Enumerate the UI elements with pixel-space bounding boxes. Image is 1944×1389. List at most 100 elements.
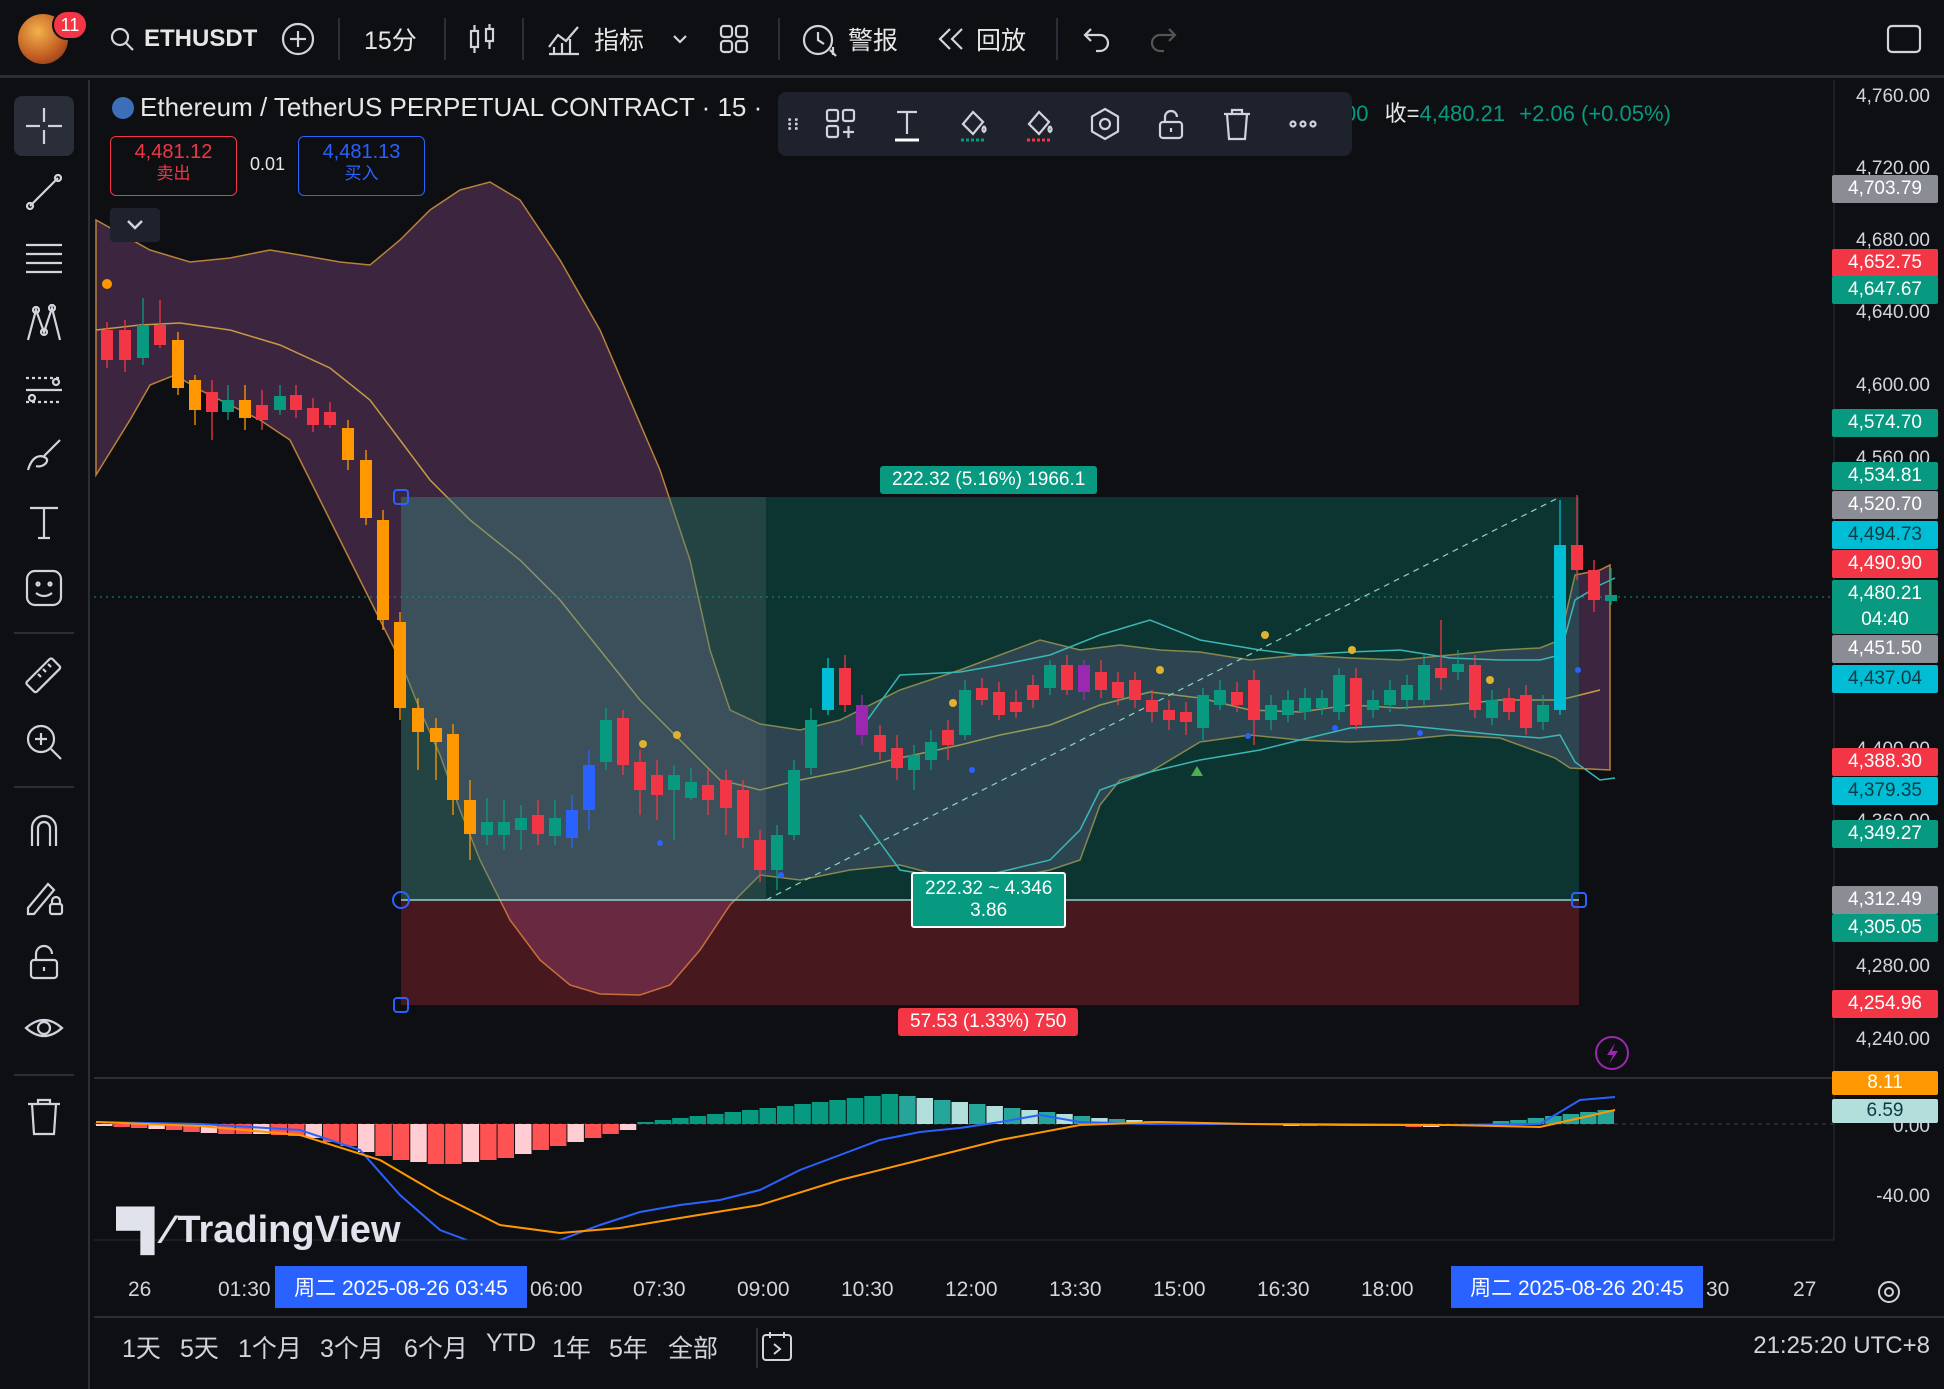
candle-body bbox=[464, 800, 476, 834]
crosshair-tool[interactable] bbox=[14, 96, 74, 156]
candle-body bbox=[1214, 690, 1226, 705]
candle-body bbox=[600, 720, 612, 762]
templates-button[interactable] bbox=[808, 92, 874, 156]
candle-body bbox=[788, 770, 800, 835]
price-tick: 4,280.00 bbox=[1856, 956, 1930, 977]
calendar-arrow-icon bbox=[762, 1332, 792, 1361]
replay-button[interactable]: 回放 bbox=[936, 14, 1026, 64]
candle-body bbox=[1146, 700, 1158, 712]
candle-body bbox=[1180, 712, 1192, 722]
drag-handle[interactable] bbox=[778, 92, 808, 156]
text-icon bbox=[30, 506, 58, 540]
macd-bar bbox=[829, 1100, 846, 1124]
fullscreen-button[interactable] bbox=[1886, 14, 1922, 64]
symbol-search-button[interactable]: ETHUSDT bbox=[108, 14, 257, 64]
measure-mid-label[interactable]: 222.32 ~ 4.346 3.86 bbox=[911, 872, 1067, 928]
range-button[interactable]: 5天 bbox=[180, 1329, 219, 1365]
range-button[interactable]: 1个月 bbox=[238, 1329, 302, 1365]
text-color-button[interactable] bbox=[874, 92, 940, 156]
brush-tool[interactable] bbox=[14, 426, 74, 486]
candle-body bbox=[239, 400, 251, 418]
add-symbol-button[interactable] bbox=[280, 14, 316, 64]
alerts-button[interactable]: 警报 bbox=[800, 14, 898, 64]
candle-body bbox=[925, 742, 937, 760]
zoom-tool[interactable] bbox=[14, 712, 74, 772]
macd-bar bbox=[96, 1124, 113, 1126]
candle-body bbox=[189, 380, 201, 410]
chart-legend[interactable]: Ethereum / TetherUS PERPETUAL CONTRACT ·… bbox=[112, 92, 762, 123]
macd-bar bbox=[619, 1124, 637, 1130]
lock-drawing-tool[interactable] bbox=[14, 866, 74, 926]
candle-body bbox=[1605, 595, 1617, 601]
lock-button[interactable] bbox=[1138, 92, 1204, 156]
trend-line-tool[interactable] bbox=[14, 162, 74, 222]
drawing-toolbar bbox=[0, 80, 90, 1389]
candle-body bbox=[805, 720, 817, 768]
collapse-legend-button[interactable] bbox=[110, 208, 160, 242]
candle-body bbox=[668, 775, 680, 790]
undo-button[interactable] bbox=[1082, 14, 1112, 64]
tradingview-watermark: ▀▌⁄ TradingView bbox=[116, 1208, 401, 1253]
divider bbox=[756, 1328, 758, 1368]
fib-tool[interactable] bbox=[14, 228, 74, 288]
delete-button[interactable] bbox=[1204, 92, 1270, 156]
magnet-tool[interactable] bbox=[14, 800, 74, 860]
layouts-button[interactable] bbox=[718, 14, 750, 64]
measure-mid-line1: 222.32 ~ 4.346 bbox=[925, 878, 1053, 899]
emoji-tool[interactable] bbox=[14, 558, 74, 618]
macd-bar bbox=[113, 1124, 130, 1127]
delete-drawings-tool[interactable] bbox=[14, 1086, 74, 1146]
candle-body bbox=[307, 408, 319, 425]
buy-button[interactable]: 4,481.13 买入 bbox=[298, 136, 425, 196]
pattern-tool[interactable] bbox=[14, 294, 74, 354]
indicators-dropdown[interactable] bbox=[670, 14, 690, 64]
text-icon bbox=[895, 110, 919, 142]
pencil-lock-icon bbox=[26, 882, 64, 916]
candle-body bbox=[342, 428, 354, 460]
fill-color-button[interactable] bbox=[1006, 92, 1072, 156]
sell-button[interactable]: 4,481.12 卖出 bbox=[110, 136, 237, 196]
candle-body bbox=[1401, 685, 1413, 700]
chart-type-button[interactable] bbox=[466, 14, 498, 64]
text-tool[interactable] bbox=[14, 492, 74, 552]
ruler-tool[interactable] bbox=[14, 646, 74, 706]
macd-bar bbox=[881, 1094, 899, 1124]
macd-bar bbox=[445, 1124, 462, 1164]
range-button[interactable]: YTD bbox=[486, 1329, 536, 1358]
price-tick: 4,600.00 bbox=[1856, 375, 1930, 396]
price-label: 4,520.70 bbox=[1832, 491, 1938, 519]
range-button[interactable]: 全部 bbox=[668, 1329, 718, 1365]
time-tick: 06:00 bbox=[530, 1278, 583, 1301]
divider bbox=[14, 786, 74, 788]
macd-bar bbox=[340, 1124, 357, 1146]
time-tick: 01:30 bbox=[218, 1278, 271, 1301]
redo-button[interactable] bbox=[1148, 14, 1178, 64]
macd-bar bbox=[707, 1114, 724, 1124]
more-button[interactable] bbox=[1270, 92, 1336, 156]
candle-body bbox=[737, 790, 749, 838]
unlock-icon bbox=[1158, 109, 1184, 140]
range-button[interactable]: 1年 bbox=[552, 1329, 591, 1365]
lock-all-tool[interactable] bbox=[14, 932, 74, 992]
grid-icon bbox=[719, 24, 749, 54]
goto-date-button[interactable] bbox=[760, 1330, 796, 1371]
range-button[interactable]: 5年 bbox=[609, 1329, 648, 1365]
macd-bar bbox=[549, 1124, 567, 1146]
range-button[interactable]: 3个月 bbox=[320, 1329, 384, 1365]
range-button[interactable]: 6个月 bbox=[404, 1329, 468, 1365]
chart-canvas[interactable] bbox=[94, 80, 1944, 1309]
range-button[interactable]: 1天 bbox=[122, 1329, 161, 1365]
clock-timezone[interactable]: 21:25:20 UTC+8 bbox=[1753, 1332, 1930, 1360]
notification-badge: 11 bbox=[52, 10, 88, 40]
line-color-button[interactable] bbox=[940, 92, 1006, 156]
projection-tool[interactable] bbox=[14, 360, 74, 420]
settings-button[interactable] bbox=[1072, 92, 1138, 156]
candle-body bbox=[206, 392, 218, 412]
candle-body bbox=[720, 780, 732, 808]
interval-button[interactable]: 15分 bbox=[364, 14, 417, 64]
indicators-button[interactable]: 指标 bbox=[546, 14, 644, 64]
chart-area[interactable]: ▀▌⁄ TradingView bbox=[94, 80, 1944, 1309]
hide-tool[interactable] bbox=[14, 998, 74, 1058]
macd-bar bbox=[584, 1124, 602, 1138]
alarm-clock-icon bbox=[802, 24, 837, 57]
